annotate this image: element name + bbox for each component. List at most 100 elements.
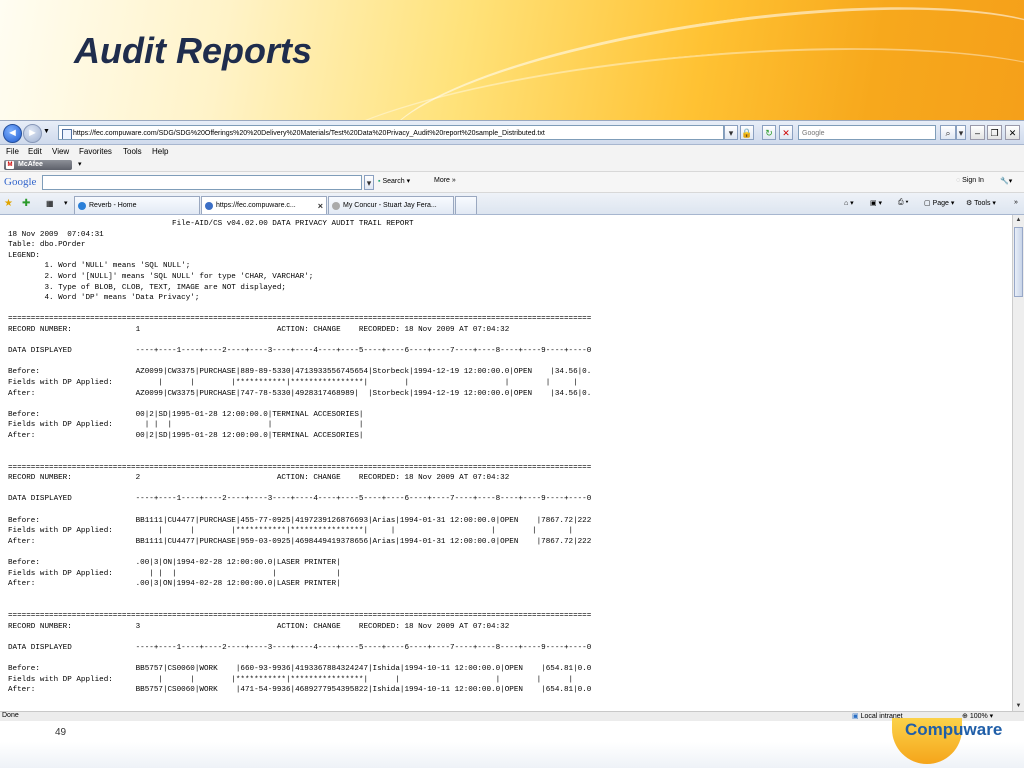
new-tab-button[interactable]: [455, 196, 477, 214]
google-logo-text: Google: [4, 176, 37, 188]
print-icon[interactable]: ⎙ ▾: [898, 199, 909, 207]
signin-label: Sign In: [962, 177, 984, 184]
google-logo: Google: [4, 176, 36, 188]
page-menu-label: Page: [932, 200, 949, 207]
zoom-label: 100%: [969, 713, 988, 720]
report-line: 4. Word 'DP' means 'Data Privacy';: [44, 294, 200, 303]
page-icon: ▢: [924, 200, 931, 207]
menu-favorites[interactable]: Favorites: [79, 147, 112, 156]
report-line: 18 Nov 2009 07:04:31: [8, 230, 104, 239]
report-line: After: 00|2|SD|1995-01-28 12:00:00.0|TER…: [8, 431, 364, 440]
tab-favicon-icon: [332, 202, 340, 210]
menu-view[interactable]: View: [52, 147, 69, 156]
back-button[interactable]: ◄: [3, 124, 22, 143]
refresh-icon[interactable]: ↻: [762, 125, 776, 140]
google-dropdown-icon[interactable]: ▾: [364, 175, 374, 190]
gear-icon: ⚙: [966, 200, 973, 207]
tab-active-report[interactable]: https://fec.compuware.c... ×: [201, 196, 327, 214]
tab-my-concur[interactable]: My Concur - Stuart Jay Fera...: [328, 196, 454, 214]
report-line: Before: .00|3|ON|1994-02-28 12:00:00.0|L…: [8, 559, 341, 567]
add-favorites-icon[interactable]: ✚: [22, 198, 30, 209]
wrench-icon[interactable]: 🔧▾: [1000, 177, 1012, 185]
tab-favicon-icon: [205, 202, 213, 210]
scroll-thumb[interactable]: [1014, 227, 1023, 297]
toolbar-overflow-icon[interactable]: »: [1014, 199, 1018, 206]
report-line: Fields with DP Applied: | | | | |: [8, 421, 364, 430]
page-content: File-AID/CS v04.02.00 DATA PRIVACY AUDIT…: [0, 215, 1024, 711]
compuware-logo: Compuware: [905, 720, 1003, 739]
report-line: Fields with DP Applied: | | |***********…: [8, 527, 574, 536]
search-input[interactable]: Google: [798, 125, 936, 140]
tools-menu[interactable]: ⚙ Tools ▾: [966, 199, 996, 207]
report-line: RECORD NUMBER: 1 ACTION: CHANGE RECORDED…: [8, 325, 510, 334]
report-line: Before: BB1111|CU4477|PURCHASE|455-77-09…: [8, 516, 592, 525]
report-line: DATA DISPLAYED ----+----1----+----2----+…: [8, 643, 592, 652]
report-line: RECORD NUMBER: 2 ACTION: CHANGE RECORDED…: [8, 474, 510, 483]
tab-reverb-home[interactable]: Reverb - Home: [74, 196, 200, 214]
address-dropdown-icon[interactable]: ▾: [724, 125, 738, 140]
google-toolbar: Google ▾ ▪ Search ▾ More » ◌ Sign In 🔧▾: [0, 171, 1024, 193]
report-line: ========================================…: [8, 611, 592, 620]
tab-label: My Concur - Stuart Jay Fera...: [343, 202, 437, 209]
vertical-scrollbar[interactable]: ▲ ▼: [1012, 215, 1024, 711]
forward-button[interactable]: ►: [23, 124, 42, 143]
scroll-down-icon[interactable]: ▼: [1014, 701, 1023, 711]
mcafee-label: McAfee: [18, 161, 43, 168]
menu-file[interactable]: File: [6, 147, 19, 156]
report-line: Before: BB5757|CS0060|WORK |660-93-9936|…: [8, 664, 592, 673]
report-line: Fields with DP Applied: | | | | |: [8, 569, 341, 578]
report-line: LEGEND:: [8, 251, 40, 260]
report-line: After: BB5757|CS0060|WORK |471-54-9936|4…: [8, 686, 592, 695]
quick-tabs-icon[interactable]: ▦: [46, 199, 54, 208]
back-arrow-icon: ◄: [7, 127, 18, 139]
slide-title: Audit Reports: [74, 30, 312, 71]
minimize-button[interactable]: –: [970, 125, 985, 140]
audit-report-text: File-AID/CS v04.02.00 DATA PRIVACY AUDIT…: [8, 219, 1012, 709]
report-line: After: BB1111|CU4477|PURCHASE|959-03-092…: [8, 537, 592, 546]
google-signin-button[interactable]: ◌ Sign In: [956, 177, 984, 184]
slide-header: Audit Reports: [0, 0, 1024, 252]
google-search-button[interactable]: ▪ Search ▾: [378, 177, 410, 185]
search-icon[interactable]: ⌕: [940, 125, 956, 140]
report-line: DATA DISPLAYED ----+----1----+----2----+…: [8, 495, 592, 504]
restore-button[interactable]: ❐: [987, 125, 1002, 140]
stop-icon[interactable]: ✕: [779, 125, 793, 140]
favorites-star-icon[interactable]: ★: [4, 198, 13, 209]
url-field[interactable]: https://fec.compuware.com/SDG/SDG%20Offe…: [58, 125, 724, 140]
report-line: ========================================…: [8, 315, 592, 324]
tab-label: Reverb - Home: [89, 202, 137, 209]
report-line: After: .00|3|ON|1994-02-28 12:00:00.0|LA…: [8, 580, 341, 589]
page-menu[interactable]: ▢ Page ▾: [924, 199, 954, 207]
menu-bar: File Edit View Favorites Tools Help: [0, 145, 1024, 159]
report-line: Fields with DP Applied: | | |***********…: [8, 675, 574, 684]
report-line: File-AID/CS v04.02.00 DATA PRIVACY AUDIT…: [172, 220, 414, 228]
mcafee-button[interactable]: M McAfee: [4, 160, 72, 170]
search-options-icon[interactable]: ▾: [956, 125, 966, 140]
google-search-icon: ▪: [378, 178, 381, 185]
tab-close-icon[interactable]: ×: [318, 197, 323, 214]
close-window-button[interactable]: ✕: [1005, 125, 1020, 140]
menu-edit[interactable]: Edit: [28, 147, 42, 156]
report-line: RECORD NUMBER: 3 ACTION: CHANGE RECORDED…: [8, 622, 510, 631]
intranet-icon: ▣: [852, 713, 859, 720]
mcafee-dropdown-icon[interactable]: ▾: [78, 160, 82, 168]
report-line: Before: AZ0099|CW3375|PURCHASE|889-89-53…: [8, 368, 592, 377]
tab-list-icon[interactable]: ▾: [64, 199, 68, 207]
google-search-label: Search: [382, 178, 405, 185]
scroll-up-icon[interactable]: ▲: [1014, 215, 1023, 225]
menu-help[interactable]: Help: [152, 147, 168, 156]
signin-icon: ◌: [956, 177, 961, 184]
tools-menu-label: Tools: [974, 200, 991, 207]
status-text: Done: [2, 712, 19, 719]
google-search-input[interactable]: [42, 175, 362, 190]
google-more-button[interactable]: More »: [434, 177, 456, 184]
feeds-icon[interactable]: ▣ ▾: [870, 199, 882, 207]
zoom-control[interactable]: ⊕ 100% ▾: [962, 712, 993, 720]
home-icon[interactable]: ⌂ ▾: [844, 199, 854, 207]
slide-number: 49: [55, 727, 67, 738]
tab-favicon-icon: [78, 202, 86, 210]
history-dropdown-icon[interactable]: ▼: [43, 128, 50, 135]
report-line: ========================================…: [8, 463, 592, 472]
lock-icon[interactable]: 🔒: [740, 125, 754, 140]
menu-tools[interactable]: Tools: [123, 147, 142, 156]
